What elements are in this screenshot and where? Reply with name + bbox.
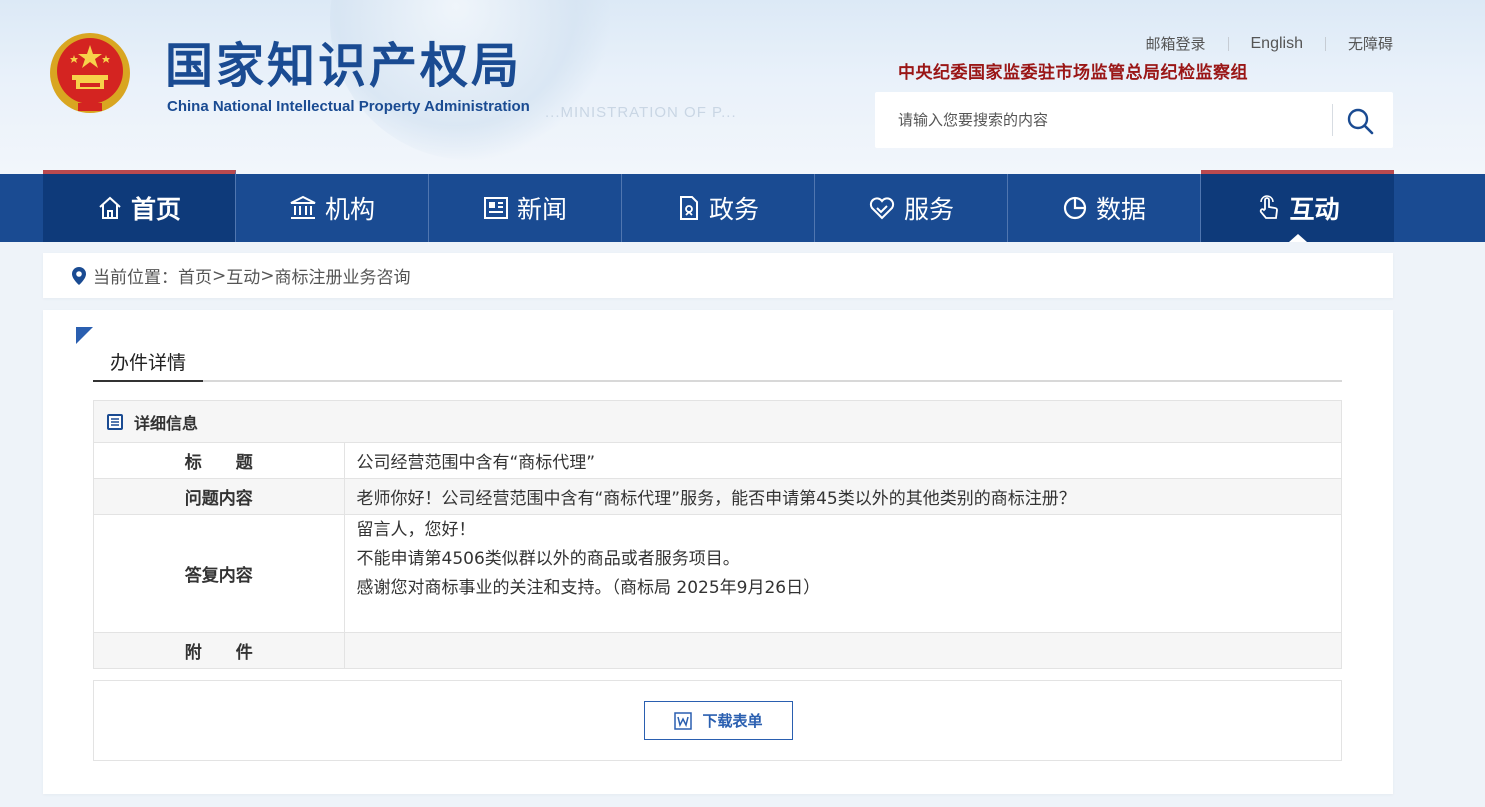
document-icon	[107, 413, 123, 430]
cdi-link[interactable]: 中央纪委国家监委驻市场监管总局纪检监察组	[898, 58, 1248, 83]
nav-item-news[interactable]: 新闻	[429, 174, 622, 242]
nav-label: 新闻	[516, 195, 567, 224]
table-row: 答复内容 留言人，您好！ 不能申请第4506类似群以外的商品或者服务项目。 感谢…	[94, 513, 1341, 632]
national-emblem-icon	[50, 33, 130, 113]
email-login-link[interactable]: 邮箱登录	[1123, 35, 1227, 53]
news-icon	[483, 197, 508, 219]
breadcrumb-sep: >	[260, 265, 275, 286]
detail-heading: 详细信息	[94, 401, 1341, 443]
answer-label: 答复内容	[94, 513, 345, 632]
top-links: 邮箱登录 English 无障碍	[1123, 35, 1393, 53]
header-watermark: ...MINISTRATION OF P...	[545, 104, 737, 121]
english-link[interactable]: English	[1229, 35, 1325, 53]
title-value: 公司经营范围中含有“商标代理”	[356, 452, 596, 473]
data-pie-icon	[1063, 196, 1087, 220]
download-area: 下载表单	[93, 680, 1342, 761]
nav-item-home[interactable]: 首页	[43, 170, 236, 242]
nav-item-interaction[interactable]: 互动	[1201, 170, 1394, 242]
breadcrumb-interaction[interactable]: 互动	[226, 263, 260, 288]
corner-decoration	[76, 327, 93, 344]
attachment-label: 附 件	[94, 631, 345, 668]
answer-line: 不能申请第4506类似群以外的商品或者服务项目。	[356, 548, 740, 569]
question-value: 老师你好！公司经营范围中含有“商标代理”服务，能否申请第45类以外的其他类别的商…	[344, 477, 1341, 514]
nav-item-institution[interactable]: 机构	[236, 174, 429, 242]
detail-panel: 详细信息 标 题 公司经营范围中含有“商标代理” 问题内容 老师你好！公司经营范…	[93, 400, 1342, 669]
breadcrumb-prefix: 当前位置：	[93, 268, 178, 288]
breadcrumb-sep: >	[212, 265, 227, 286]
touch-icon	[1260, 195, 1279, 219]
attachment-value	[344, 631, 1341, 668]
detail-heading-text: 详细信息	[134, 413, 199, 433]
search-divider	[1332, 104, 1333, 136]
tab-case-detail[interactable]: 办件详情	[93, 344, 203, 382]
table-row: 问题内容 老师你好！公司经营范围中含有“商标代理”服务，能否申请第45类以外的其…	[94, 477, 1341, 514]
nav-label: 机构	[324, 195, 375, 224]
home-icon	[99, 196, 121, 219]
nav-item-data[interactable]: 数据	[1008, 174, 1201, 242]
download-label: 下载表单	[702, 712, 763, 730]
nav-label: 数据	[1095, 195, 1146, 224]
search-icon[interactable]	[1345, 106, 1375, 136]
accessibility-link[interactable]: 无障碍	[1326, 35, 1393, 53]
breadcrumb: 当前位置： 首页 > 互动 > 商标注册业务咨询	[43, 253, 1393, 298]
government-icon	[679, 196, 698, 220]
main-nav: 首页 机构 新闻 政务 服务 数据 互动	[0, 170, 1485, 242]
service-icon	[869, 197, 895, 220]
table-row: 标 题 公司经营范围中含有“商标代理”	[94, 443, 1341, 478]
tab-bar: 办件详情	[93, 344, 1342, 382]
main-card: 办件详情 详细信息 标 题 公司经营范围中含有“商标代理” 问题内容 老师你好！…	[43, 310, 1393, 794]
answer-line: 感谢您对商标事业的关注和支持。（商标局 2025年9月26日）	[356, 577, 821, 598]
nav-item-government[interactable]: 政务	[622, 174, 815, 242]
breadcrumb-home[interactable]: 首页	[178, 263, 212, 288]
search-box	[875, 92, 1393, 148]
site-logo-chinese[interactable]: 国家知识产权局	[165, 38, 522, 94]
nav-label: 首页	[130, 195, 181, 224]
site-header: ...MINISTRATION OF P... 国家知识产权局 China Na…	[0, 0, 1485, 175]
answer-line: 留言人，您好！	[356, 519, 476, 540]
nav-label: 互动	[1289, 195, 1340, 224]
question-label: 问题内容	[94, 477, 345, 514]
nav-label: 政务	[708, 195, 759, 224]
download-form-button[interactable]: 下载表单	[644, 701, 793, 740]
nav-item-service[interactable]: 服务	[815, 174, 1008, 242]
answer-value: 留言人，您好！ 不能申请第4506类似群以外的商品或者服务项目。 感谢您对商标事…	[344, 513, 1341, 632]
nav-label: 服务	[903, 195, 954, 224]
institution-icon	[290, 195, 316, 219]
word-file-icon	[674, 711, 693, 730]
search-input[interactable]	[875, 92, 1330, 148]
detail-table: 标 题 公司经营范围中含有“商标代理” 问题内容 老师你好！公司经营范围中含有“…	[94, 443, 1341, 668]
location-pin-icon	[72, 266, 86, 285]
title-label: 标 题	[94, 443, 345, 478]
site-logo-english[interactable]: China National Intellectual Property Adm…	[167, 98, 530, 115]
table-row: 附 件	[94, 631, 1341, 668]
breadcrumb-current[interactable]: 商标注册业务咨询	[275, 263, 411, 288]
